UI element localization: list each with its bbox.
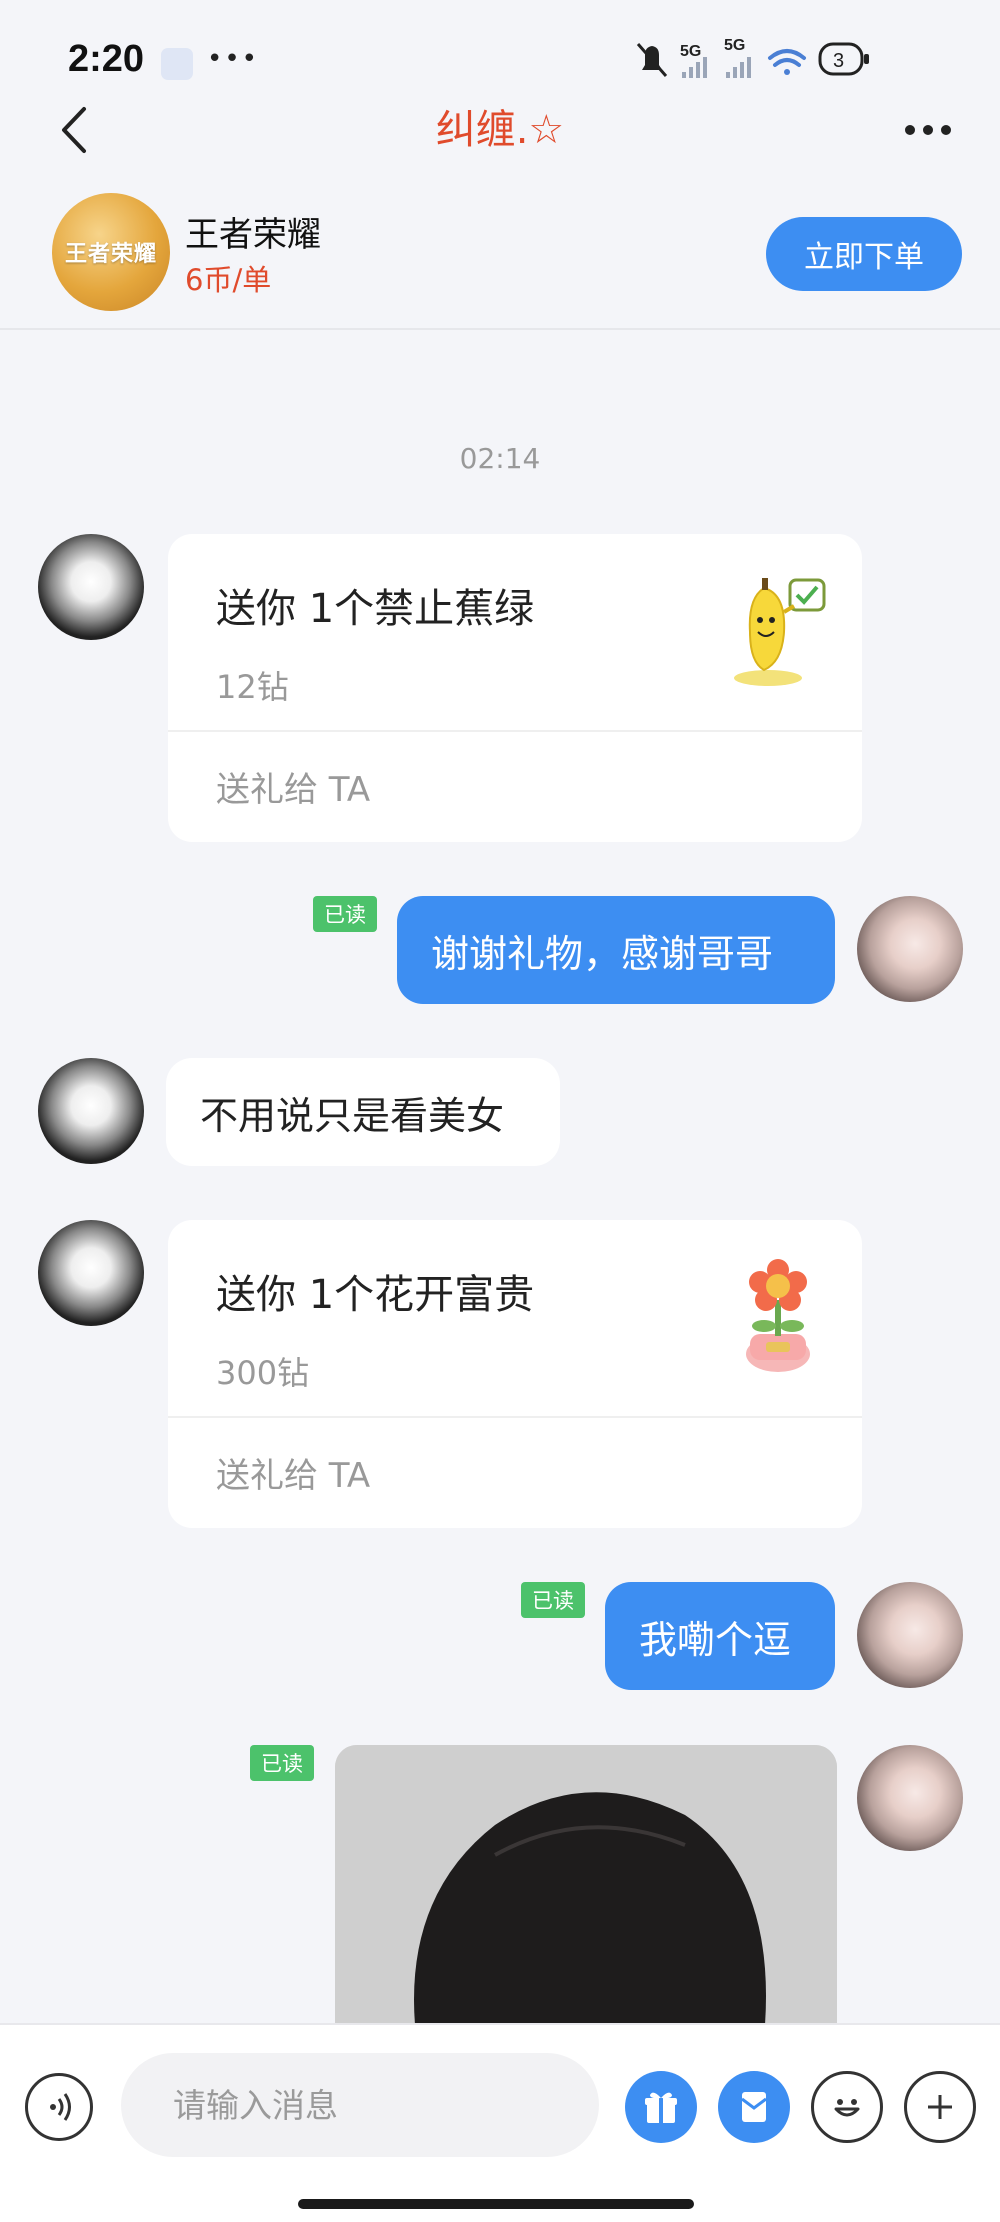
- more-options-button[interactable]: [898, 110, 958, 150]
- send-gift-link[interactable]: 送礼给 TA: [216, 762, 370, 811]
- divider: [168, 1416, 862, 1418]
- gift-button[interactable]: [625, 2071, 697, 2143]
- chat-page: 2:20 ••• 5G 5G 3 纠缠.☆ 王者荣耀 王者荣耀 6币/单 立即下…: [0, 0, 1000, 2222]
- incoming-message[interactable]: 不用说只是看美女: [166, 1058, 560, 1166]
- signal-bars-icon-2: [726, 57, 751, 78]
- my-avatar[interactable]: [857, 1745, 963, 1851]
- partner-avatar[interactable]: [38, 1220, 144, 1326]
- voice-input-button[interactable]: [25, 2073, 93, 2141]
- service-price: 6币/单: [185, 263, 272, 297]
- gift-price: 300钻: [216, 1354, 310, 1392]
- wifi-icon: [768, 49, 806, 75]
- status-icons: 5G 5G 3: [632, 36, 932, 86]
- more-actions-button[interactable]: [904, 2071, 976, 2143]
- signal-bars-icon-1: [682, 57, 707, 78]
- my-avatar[interactable]: [857, 1582, 963, 1688]
- outgoing-message[interactable]: 谢谢礼物，感谢哥哥: [397, 896, 835, 1004]
- voice-icon: [50, 2093, 71, 2121]
- emoji-icon: [834, 2099, 860, 2117]
- dot-icon: [905, 125, 915, 135]
- flower-pot-icon: [724, 1256, 832, 1376]
- gift-icon: [645, 2092, 677, 2123]
- dot-icon: [941, 125, 951, 135]
- read-badge: 已读: [521, 1582, 585, 1618]
- battery-level: 3: [833, 50, 844, 72]
- red-packet-button[interactable]: [718, 2071, 790, 2143]
- banana-sticker-icon: [724, 570, 832, 690]
- order-now-button[interactable]: 立即下单: [766, 217, 962, 291]
- more-notifications-icon: •••: [207, 44, 260, 74]
- signal-5g-label-1: 5G: [680, 43, 701, 60]
- gift-card: 送你 1个花开富贵 300钻 送礼给 TA: [168, 1220, 862, 1528]
- photo-message[interactable]: [335, 1745, 837, 2025]
- gift-title: 送你 1个禁止蕉绿: [216, 586, 535, 632]
- home-indicator[interactable]: [298, 2199, 694, 2209]
- dot-icon: [923, 125, 933, 135]
- service-header: 王者荣耀 王者荣耀 6币/单 立即下单: [0, 185, 1000, 330]
- signal-5g-label-2: 5G: [724, 37, 745, 54]
- plus-icon: [928, 2095, 952, 2119]
- my-avatar[interactable]: [857, 896, 963, 1002]
- message-input-bar: [0, 2023, 1000, 2222]
- partner-avatar[interactable]: [38, 1058, 144, 1164]
- read-badge: 已读: [313, 896, 377, 932]
- divider: [168, 730, 862, 732]
- game-logo: 王者荣耀: [52, 193, 170, 311]
- gift-price: 12钻: [216, 668, 289, 706]
- emoji-button[interactable]: [811, 2071, 883, 2143]
- red-packet-icon: [741, 2092, 767, 2122]
- chat-partner-name: 纠缠.☆: [435, 107, 565, 153]
- gift-card: 送你 1个禁止蕉绿 12钻 送礼给 TA: [168, 534, 862, 842]
- battery-icon: 3: [818, 42, 869, 76]
- app-notification-icon: [161, 48, 193, 80]
- send-gift-link[interactable]: 送礼给 TA: [216, 1448, 370, 1497]
- status-bar: 2:20 ••• 5G 5G 3: [0, 0, 1000, 100]
- message-input[interactable]: [121, 2053, 599, 2157]
- read-badge: 已读: [250, 1745, 314, 1781]
- gift-title: 送你 1个花开富贵: [216, 1272, 535, 1318]
- game-name: 王者荣耀: [185, 215, 321, 255]
- status-time: 2:20: [68, 38, 145, 80]
- partner-avatar[interactable]: [38, 534, 144, 640]
- photo-thumbnail: [335, 1745, 837, 2025]
- outgoing-message[interactable]: 我嘞个逗: [605, 1582, 835, 1690]
- chat-timestamp: 02:14: [459, 442, 541, 475]
- mute-bell-icon: [636, 43, 668, 77]
